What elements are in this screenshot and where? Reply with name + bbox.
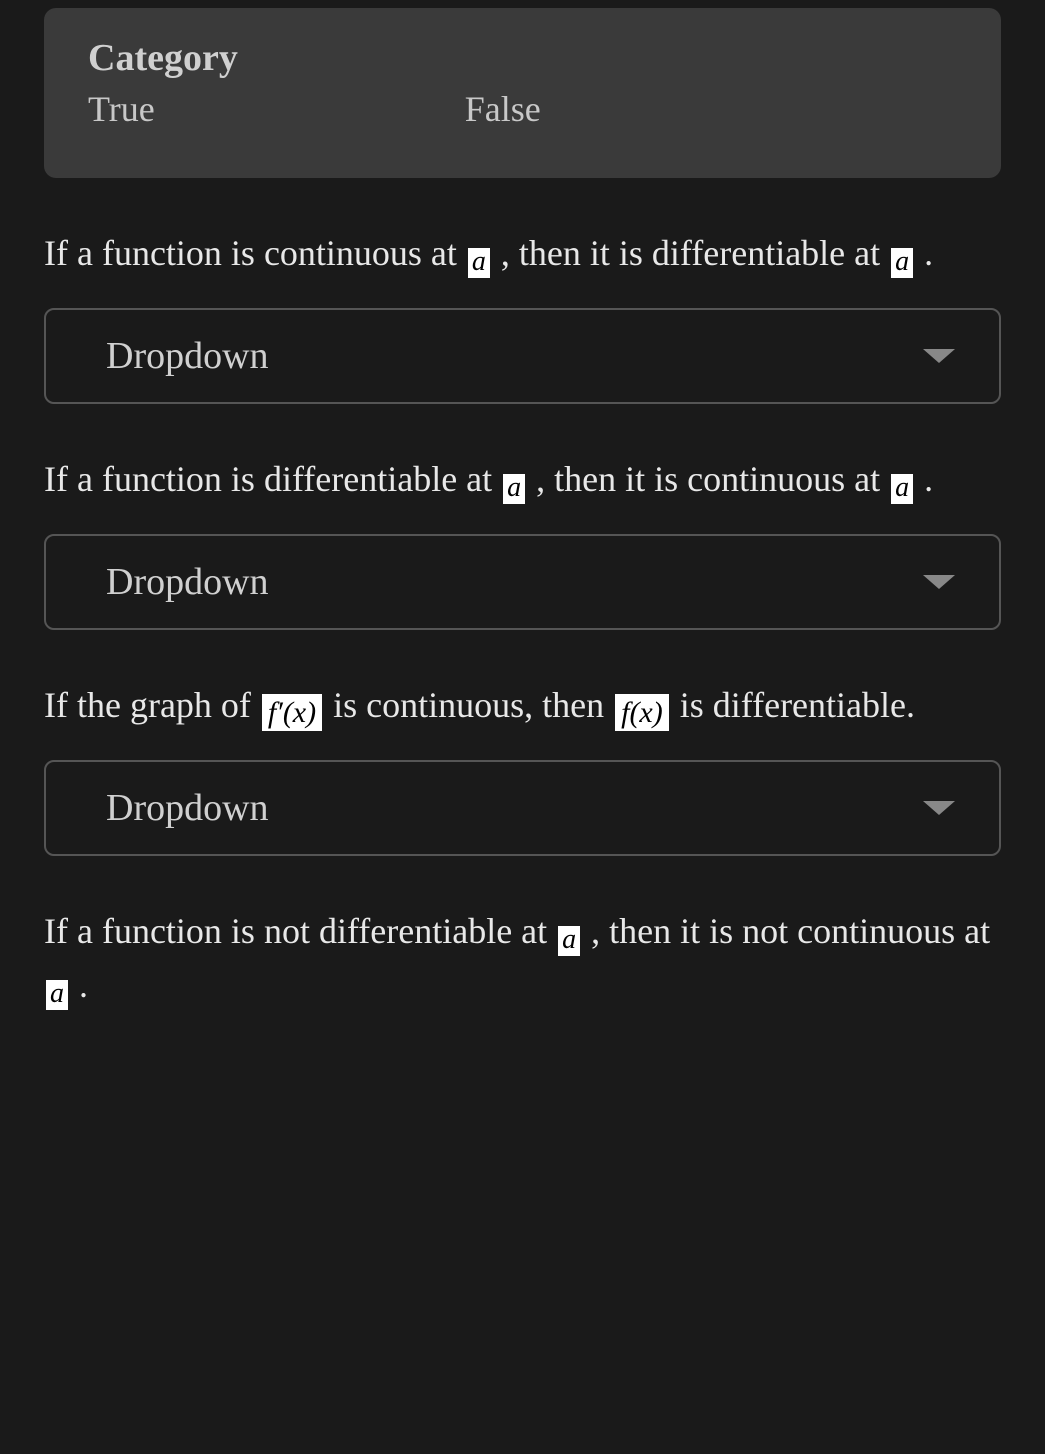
question-text-fragment: If a function is not differentiable at bbox=[44, 911, 556, 951]
chevron-down-icon bbox=[923, 349, 955, 363]
question-block: If a function is differentiable at a , t… bbox=[44, 452, 1001, 630]
math-variable: a bbox=[468, 248, 490, 278]
question-block: If a function is continuous at a , then … bbox=[44, 226, 1001, 404]
math-variable: a bbox=[503, 474, 525, 504]
dropdown-label: Dropdown bbox=[106, 334, 269, 378]
question-text-fragment: . bbox=[915, 459, 933, 499]
question-text-fragment: If a function is continuous at bbox=[44, 233, 466, 273]
math-variable: a bbox=[891, 248, 913, 278]
question-text-fragment: , then it is differentiable at bbox=[492, 233, 889, 273]
math-variable: a bbox=[46, 980, 68, 1010]
question-text: If a function is continuous at a , then … bbox=[44, 226, 1001, 280]
question-text: If the graph of f′(x) is continuous, the… bbox=[44, 678, 1001, 732]
answer-dropdown[interactable]: Dropdown bbox=[44, 760, 1001, 856]
math-expression: f′(x) bbox=[262, 694, 322, 731]
category-option-false: False bbox=[465, 88, 541, 130]
question-text-fragment: , then it is not continuous at bbox=[582, 911, 990, 951]
question-text-fragment: . bbox=[915, 233, 933, 273]
question-text-fragment: is differentiable. bbox=[671, 685, 915, 725]
question-text-fragment: is continuous, then bbox=[324, 685, 613, 725]
chevron-down-icon bbox=[923, 575, 955, 589]
category-panel: Category True False bbox=[44, 8, 1001, 178]
dropdown-label: Dropdown bbox=[106, 560, 269, 604]
category-title: Category bbox=[88, 36, 957, 80]
question-text: If a function is not differentiable at a… bbox=[44, 904, 1001, 1012]
math-expression: f(x) bbox=[615, 694, 669, 731]
math-variable: a bbox=[891, 474, 913, 504]
math-variable: a bbox=[558, 926, 580, 956]
question-block: If a function is not differentiable at a… bbox=[44, 904, 1001, 1012]
question-text-fragment: If a function is differentiable at bbox=[44, 459, 501, 499]
question-text-fragment: , then it is continuous at bbox=[527, 459, 889, 499]
category-options: True False bbox=[88, 88, 957, 130]
answer-dropdown[interactable]: Dropdown bbox=[44, 308, 1001, 404]
answer-dropdown[interactable]: Dropdown bbox=[44, 534, 1001, 630]
question-text-fragment: . bbox=[70, 965, 88, 1005]
category-option-true: True bbox=[88, 88, 155, 130]
chevron-down-icon bbox=[923, 801, 955, 815]
dropdown-label: Dropdown bbox=[106, 786, 269, 830]
question-block: If the graph of f′(x) is continuous, the… bbox=[44, 678, 1001, 856]
question-text: If a function is differentiable at a , t… bbox=[44, 452, 1001, 506]
question-text-fragment: If the graph of bbox=[44, 685, 260, 725]
